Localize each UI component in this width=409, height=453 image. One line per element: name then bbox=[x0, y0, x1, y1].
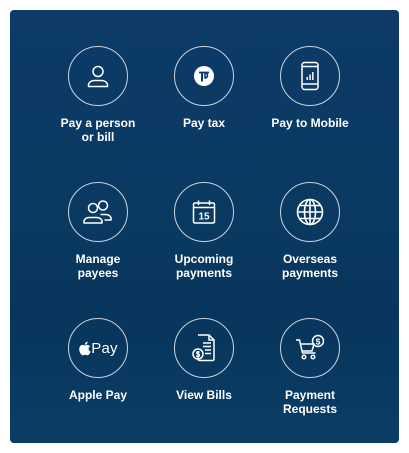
overseas-payments-label: Overseas payments bbox=[281, 252, 339, 280]
apple-logo-icon bbox=[79, 341, 91, 355]
pay-tax-circle bbox=[174, 46, 234, 106]
apple-pay-circle: Pay bbox=[68, 318, 128, 378]
manage-payees-circle bbox=[68, 182, 128, 242]
overseas-payments-button[interactable]: Overseas payments bbox=[250, 182, 370, 280]
pay-tax-label: Pay tax bbox=[182, 116, 226, 130]
upcoming-payments-circle: 15 bbox=[174, 182, 234, 242]
pay-to-mobile-circle bbox=[280, 46, 340, 106]
mobile-phone-icon bbox=[301, 61, 319, 91]
pay-person-label: Pay a person or bill bbox=[60, 116, 136, 144]
pay-person-circle bbox=[68, 46, 128, 106]
pay-to-mobile-button[interactable]: Pay to Mobile bbox=[250, 46, 370, 130]
payment-requests-button[interactable]: $ Payment Requests bbox=[250, 318, 370, 416]
shopping-cart-dollar-icon: $ bbox=[296, 334, 325, 360]
upcoming-payments-label: Upcoming payments bbox=[174, 252, 234, 280]
overseas-payments-circle bbox=[280, 182, 340, 242]
svg-text:$: $ bbox=[316, 336, 321, 346]
pay-to-mobile-label: Pay to Mobile bbox=[271, 116, 349, 130]
payments-panel: Pay a person or bill Pay tax Pay to Mobi… bbox=[10, 10, 399, 443]
person-icon bbox=[87, 65, 109, 88]
calendar-day-number: 15 bbox=[198, 212, 210, 223]
upcoming-payments-button[interactable]: 15 Upcoming payments bbox=[144, 182, 264, 280]
calendar-icon: 15 bbox=[192, 200, 216, 224]
pay-person-or-bill-button[interactable]: Pay a person or bill bbox=[38, 46, 158, 144]
view-bills-button[interactable]: $ View Bills bbox=[144, 318, 264, 402]
svg-text:$: $ bbox=[196, 350, 201, 359]
payment-requests-label: Payment Requests bbox=[282, 388, 338, 416]
payments-grid: Pay a person or bill Pay tax Pay to Mobi… bbox=[10, 10, 399, 443]
view-bills-circle: $ bbox=[174, 318, 234, 378]
tax-icon bbox=[194, 66, 214, 86]
people-icon bbox=[83, 200, 112, 224]
manage-payees-button[interactable]: Manage payees bbox=[38, 182, 158, 280]
apple-pay-icon: Pay bbox=[78, 339, 118, 357]
view-bills-label: View Bills bbox=[176, 388, 232, 402]
bill-document-icon: $ bbox=[192, 334, 215, 362]
pay-tax-button[interactable]: Pay tax bbox=[144, 46, 264, 130]
apple-pay-button[interactable]: Pay Apple Pay bbox=[38, 318, 158, 402]
apple-pay-text: Pay bbox=[91, 339, 118, 357]
payment-requests-circle: $ bbox=[280, 318, 340, 378]
globe-icon bbox=[296, 198, 324, 226]
apple-pay-label: Apple Pay bbox=[68, 388, 128, 402]
manage-payees-label: Manage payees bbox=[75, 252, 121, 280]
